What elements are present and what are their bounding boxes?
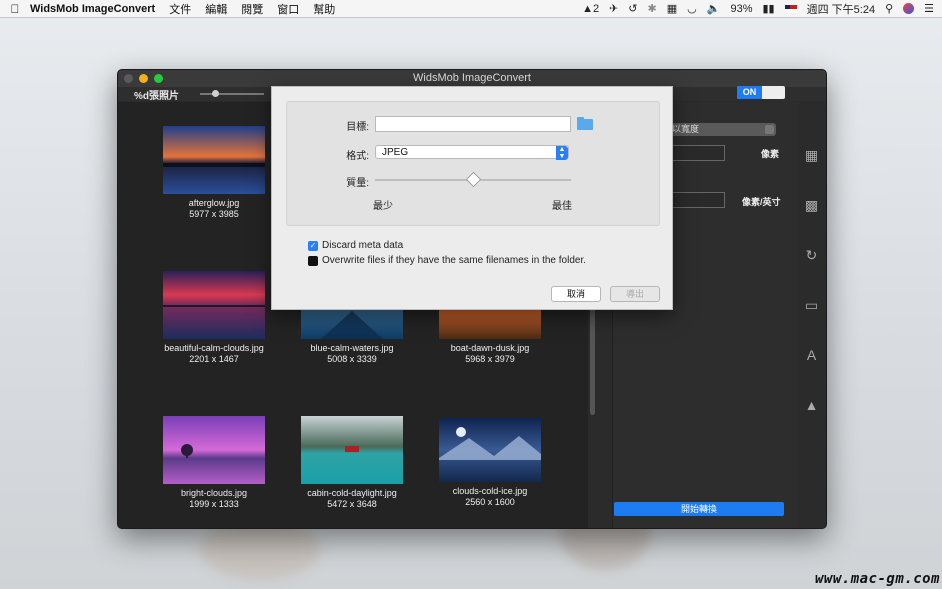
volume-icon[interactable]: 🔈 <box>707 2 721 15</box>
photo-thumbnail[interactable] <box>439 418 541 482</box>
resize-mode-value: 以寬度 <box>672 124 700 134</box>
close-window-button[interactable] <box>124 74 133 83</box>
format-value: JPEG <box>382 147 409 158</box>
photo-dimensions: 2560 x 1600 <box>465 497 515 507</box>
photo-caption: clouds-cold-ice.jpg 2560 x 1600 <box>420 486 560 508</box>
photo-thumbnail[interactable] <box>163 271 265 339</box>
width-unit-label: 像素 <box>761 149 780 159</box>
quality-slider-knob[interactable] <box>465 171 482 188</box>
discard-meta-checkbox[interactable]: ✓ <box>308 241 318 251</box>
battery-percent[interactable]: 93% <box>730 3 752 15</box>
export-button[interactable]: 導出 <box>610 286 660 302</box>
photo-filename: cabin-cold-daylight.jpg <box>307 488 397 498</box>
overwrite-label: Overwrite files if they have the same fi… <box>322 255 587 266</box>
overwrite-checkbox[interactable] <box>308 256 318 266</box>
export-options-box: 目標: 格式: JPEG ▲ ▼ 質量: 最少 最佳 <box>286 101 660 226</box>
photo-caption: afterglow.jpg 5977 x 3985 <box>144 198 284 220</box>
quality-label: 質量: <box>346 178 369 189</box>
stamp-icon[interactable]: ▲ <box>803 397 820 414</box>
time-machine-icon[interactable]: ↺ <box>628 2 637 15</box>
start-convert-button[interactable]: 開始轉換 <box>614 502 784 516</box>
menu-view[interactable]: 閱覽 <box>241 1 263 17</box>
photo-thumbnail[interactable] <box>163 126 265 194</box>
target-label: 目標: <box>346 122 369 133</box>
display-count: 2 <box>592 2 600 15</box>
menu-file[interactable]: 文件 <box>169 1 191 17</box>
discard-meta-label: Discard meta data <box>322 240 404 251</box>
quality-min-label: 最少 <box>373 201 393 212</box>
zoom-window-button[interactable] <box>154 74 163 83</box>
slider-knob[interactable] <box>212 90 219 97</box>
photo-caption: boat-dawn-dusk.jpg 5968 x 3979 <box>420 343 560 365</box>
format-select[interactable]: JPEG ▲ ▼ <box>375 145 569 160</box>
photo-filename: clouds-cold-ice.jpg <box>452 486 528 496</box>
photo-dimensions: 5968 x 3979 <box>465 354 515 364</box>
photo-filename: beautiful-calm-clouds.jpg <box>164 343 264 353</box>
photo-thumbnail[interactable] <box>301 416 403 484</box>
spotlight-search-icon[interactable]: ⚲ <box>885 2 893 15</box>
window-title: WidsMob ImageConvert <box>413 72 531 84</box>
apple-menu-icon[interactable]:  <box>0 2 30 16</box>
quality-max-label: 最佳 <box>552 201 572 212</box>
export-dialog: 目標: 格式: JPEG ▲ ▼ 質量: 最少 最佳 ✓ Discard meta… <box>271 86 673 310</box>
text-watermark-icon[interactable]: A <box>803 347 820 364</box>
photo-filename: blue-calm-waters.jpg <box>310 343 394 353</box>
grid-layout-icon[interactable]: ▦ <box>803 147 820 164</box>
border-frame-icon[interactable]: ▭ <box>803 297 820 314</box>
siri-icon[interactable] <box>903 3 915 14</box>
resize-mode-select[interactable]: 以寬度 <box>668 123 776 136</box>
menu-bar:  WidsMob ImageConvert 文件 編輯 閱覽 窗口 幫助 ▲2… <box>0 0 942 18</box>
photo-caption: blue-calm-waters.jpg 5008 x 3339 <box>282 343 422 365</box>
thumbnail-size-slider[interactable] <box>200 90 264 97</box>
notification-center-icon[interactable]: ☰ <box>924 2 934 15</box>
chevron-updown-icon: ▲ ▼ <box>556 146 568 160</box>
photo-filename: boat-dawn-dusk.jpg <box>450 343 530 353</box>
battery-icon[interactable]: ▮▮ <box>762 2 774 15</box>
width-field[interactable] <box>668 145 725 161</box>
rotate-icon[interactable]: ↻ <box>803 247 820 264</box>
folder-icon[interactable] <box>577 117 593 130</box>
format-label: 格式: <box>346 151 369 162</box>
menu-window[interactable]: 窗口 <box>277 1 299 17</box>
us-flag-icon[interactable] <box>784 4 797 13</box>
resolution-unit-label: 像素/英寸 <box>742 197 781 207</box>
status-area: ▲2 ✈ ↺ ✱ ▦ ◡ 🔈 93% ▮▮ 週四 下午5:24 ⚲ ☰ <box>582 0 934 17</box>
app-menu[interactable]: WidsMob ImageConvert <box>30 3 155 15</box>
display-icon[interactable]: ▲2 <box>582 3 599 15</box>
clock[interactable]: 週四 下午5:24 <box>807 1 875 17</box>
target-path-input[interactable] <box>375 116 571 132</box>
grid-scrollbar[interactable] <box>590 300 595 415</box>
minimize-window-button[interactable] <box>139 74 148 83</box>
photo-caption: bright-clouds.jpg 1999 x 1333 <box>144 488 284 510</box>
photo-dimensions: 1999 x 1333 <box>189 499 239 509</box>
tool-sidebar: ▦ ▩ ↻ ▭ A ▲ <box>798 102 825 528</box>
photo-caption: cabin-cold-daylight.jpg 5472 x 3648 <box>282 488 422 510</box>
wifi-icon[interactable]: ◡ <box>687 2 697 15</box>
photo-thumbnail[interactable] <box>163 416 265 484</box>
cancel-button[interactable]: 取消 <box>551 286 601 302</box>
menu-edit[interactable]: 編輯 <box>205 1 227 17</box>
watermark-text: www.mac-gm.com <box>814 571 940 587</box>
photo-count-label: %d張照片 <box>134 91 179 102</box>
photo-filename: afterglow.jpg <box>188 198 240 208</box>
airplane-icon[interactable]: ✈ <box>609 2 618 15</box>
bluetooth-icon[interactable]: ✱ <box>648 2 657 15</box>
photo-dimensions: 5472 x 3648 <box>327 499 377 509</box>
photo-dimensions: 5977 x 3985 <box>189 209 239 219</box>
photo-dimensions: 5008 x 3339 <box>327 354 377 364</box>
desktop-wallpaper-streak <box>200 520 320 580</box>
photo-filename: bright-clouds.jpg <box>180 488 248 498</box>
on-off-toggle[interactable]: ON <box>737 86 785 99</box>
toggle-on-label: ON <box>737 86 762 99</box>
menu-help[interactable]: 幫助 <box>313 1 335 17</box>
chevron-updown-icon <box>765 125 774 134</box>
resolution-field[interactable] <box>668 192 725 208</box>
keyboard-icon[interactable]: ▦ <box>667 2 677 15</box>
photo-caption: beautiful-calm-clouds.jpg 2201 x 1467 <box>144 343 284 365</box>
resize-icon[interactable]: ▩ <box>803 197 820 214</box>
photo-dimensions: 2201 x 1467 <box>189 354 239 364</box>
